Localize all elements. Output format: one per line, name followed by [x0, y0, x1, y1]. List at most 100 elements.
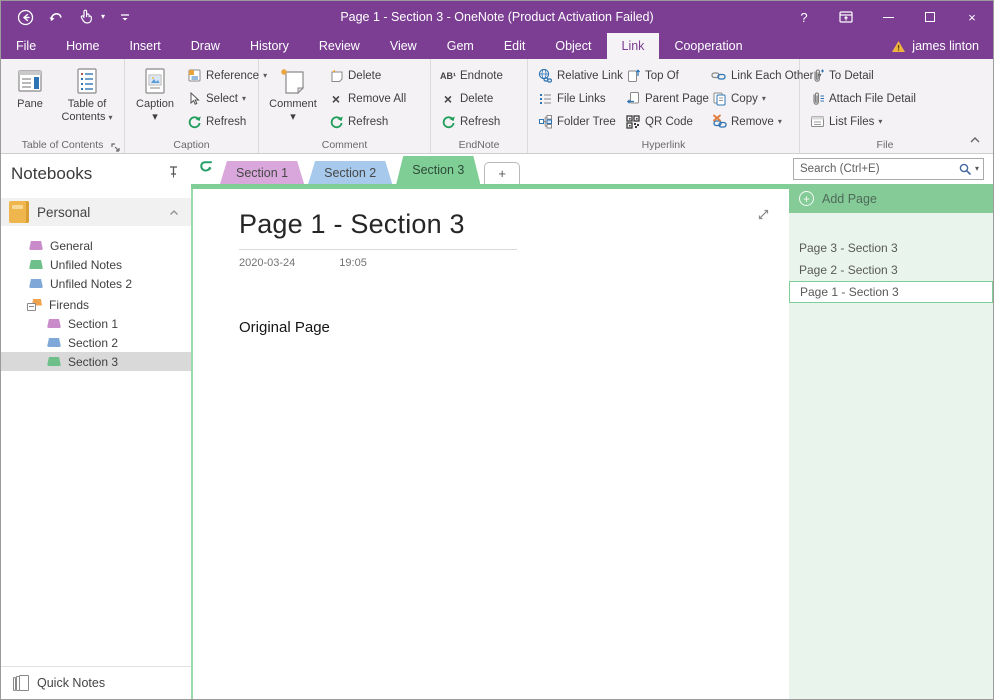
search-box[interactable]: ▾ [793, 158, 984, 180]
maximize-button[interactable] [909, 1, 951, 33]
list-files-button[interactable]: List Files ▾ [805, 110, 920, 133]
page-canvas[interactable]: Page 1 - Section 3 2020-03-24 19:05 Orig… [191, 189, 789, 699]
caption-refresh-button[interactable]: Refresh [182, 110, 271, 133]
page-list: Page 3 - Section 3 Page 2 - Section 3 Pa… [789, 213, 993, 699]
collapse-notebook-icon[interactable] [169, 203, 179, 221]
endnote-button[interactable]: AB¹ Endnote [436, 64, 507, 87]
undo-icon[interactable] [44, 4, 68, 30]
customize-qat-icon[interactable] [115, 4, 135, 30]
comment-delete-button[interactable]: Delete [324, 64, 410, 87]
tab-view[interactable]: View [375, 33, 432, 59]
close-button[interactable]: × [951, 1, 993, 33]
relative-link-button[interactable]: Relative Link [533, 64, 619, 87]
tab-draw[interactable]: Draw [176, 33, 235, 59]
sidebar-item-general[interactable]: General [1, 236, 191, 255]
tab-history[interactable]: History [235, 33, 304, 59]
page-top-icon [625, 68, 641, 84]
top-of-button[interactable]: Top Of [621, 64, 705, 87]
tab-link[interactable]: Link [607, 33, 660, 59]
search-scope-caret-icon[interactable]: ▾ [975, 165, 979, 173]
tab-cooperation[interactable]: Cooperation [659, 33, 757, 59]
parent-page-button[interactable]: Parent Page [621, 87, 705, 110]
sidebar-item-section-3[interactable]: Section 3 [1, 352, 191, 371]
attach-file-detail-button[interactable]: Attach File Detail [805, 87, 920, 110]
to-detail-button[interactable]: To Detail [805, 64, 920, 87]
back-icon[interactable] [13, 4, 38, 30]
ribbon-display-options-icon[interactable] [825, 1, 867, 33]
section-color-icon [47, 338, 61, 347]
section-tab-1[interactable]: Section 1 [220, 161, 304, 184]
quick-notes-button[interactable]: Quick Notes [1, 667, 191, 699]
endnote-delete-button[interactable]: × Delete [436, 87, 507, 110]
tab-edit[interactable]: Edit [489, 33, 541, 59]
sidebar-item-section-1[interactable]: Section 1 [1, 314, 191, 333]
full-page-view-icon[interactable] [756, 207, 771, 227]
file-links-button[interactable]: File Links [533, 87, 619, 110]
sidebar-item-section-2[interactable]: Section 2 [1, 333, 191, 352]
endnote-refresh-button[interactable]: Refresh [436, 110, 507, 133]
navigate-back-icon[interactable] [197, 159, 214, 180]
touch-mouse-mode-icon[interactable]: ▾ [74, 4, 109, 30]
remove-all-button[interactable]: × Remove All [324, 87, 410, 110]
remove-link-icon [711, 114, 727, 130]
collapse-ribbon-icon[interactable] [969, 131, 981, 149]
page-list-item[interactable]: Page 2 - Section 3 [789, 259, 993, 281]
search-input[interactable] [800, 163, 958, 175]
sidebar-item-unfiled-notes[interactable]: Unfiled Notes [1, 255, 191, 274]
dropdown-caret-icon: ▾ [242, 95, 246, 103]
add-page-button[interactable]: + Add Page [789, 184, 993, 213]
minimize-button[interactable] [867, 1, 909, 33]
tab-review[interactable]: Review [304, 33, 375, 59]
quick-access-toolbar: ▾ [1, 4, 135, 30]
tab-object[interactable]: Object [540, 33, 606, 59]
sidebar-item-unfiled-notes-2[interactable]: Unfiled Notes 2 [1, 274, 191, 293]
page-left-icon [625, 91, 641, 107]
search-icon[interactable] [958, 162, 972, 176]
comment-button[interactable]: Comment ▾ [264, 62, 322, 136]
folder-tree-button[interactable]: Folder Tree [533, 110, 619, 133]
notebooks-sidebar: Notebooks Personal General U [1, 154, 191, 699]
refresh-label: Refresh [206, 116, 246, 128]
attach-file-detail-label: Attach File Detail [829, 93, 916, 105]
dropdown-caret-icon: ▾ [762, 95, 766, 103]
new-section-tab[interactable]: + [484, 162, 520, 184]
top-of-label: Top Of [645, 70, 679, 82]
caption-button[interactable]: Caption ▾ [130, 62, 180, 136]
notebooks-header: Notebooks [1, 164, 191, 184]
copy-label: Copy [731, 93, 758, 105]
reference-button[interactable]: Reference ▾ [182, 64, 271, 87]
chain-links-icon [711, 68, 727, 84]
tab-insert[interactable]: Insert [115, 33, 176, 59]
delete-label: Delete [460, 93, 493, 105]
paperclip-icon [809, 68, 825, 84]
page-list-item[interactable]: Page 3 - Section 3 [789, 237, 993, 259]
dialog-launcher-icon[interactable] [111, 140, 121, 150]
table-of-contents-button[interactable]: Table of Contents ▾ [56, 62, 118, 136]
remove-label: Remove [731, 116, 774, 128]
tab-gem[interactable]: Gem [432, 33, 489, 59]
notebook-personal[interactable]: Personal [1, 198, 191, 226]
page-list-item-selected[interactable]: Page 1 - Section 3 [789, 281, 993, 303]
hyperlink-col1: Relative Link File Links Folder Tree [533, 62, 619, 136]
pin-icon[interactable] [168, 165, 179, 183]
section-color-icon [47, 357, 61, 366]
pane-button[interactable]: Pane [6, 62, 54, 136]
page-body-text[interactable]: Original Page [239, 319, 789, 336]
user-account[interactable]: james linton [891, 33, 993, 59]
ribbon-group-table-of-contents: Pane Table of Contents ▾ Table of Conten… [1, 59, 125, 153]
reference-icon [186, 68, 202, 84]
help-button[interactable]: ? [783, 1, 825, 33]
section-tab-3[interactable]: Section 3 [396, 156, 480, 184]
comment-refresh-button[interactable]: Refresh [324, 110, 410, 133]
section-tab-2[interactable]: Section 2 [308, 161, 392, 184]
select-button[interactable]: Select ▾ [182, 87, 271, 110]
page-title[interactable]: Page 1 - Section 3 [239, 209, 789, 240]
ribbon-group-comment: Comment ▾ Delete × Remove All [259, 59, 431, 153]
comment-label: Comment [269, 98, 317, 111]
x-icon: × [328, 91, 344, 107]
tab-home[interactable]: Home [51, 33, 114, 59]
tab-file[interactable]: File [1, 33, 51, 59]
dropdown-caret-icon: ▾ [152, 111, 158, 124]
qr-code-button[interactable]: QR Code [621, 110, 705, 133]
sidebar-item-firends[interactable]: Firends [1, 295, 191, 314]
